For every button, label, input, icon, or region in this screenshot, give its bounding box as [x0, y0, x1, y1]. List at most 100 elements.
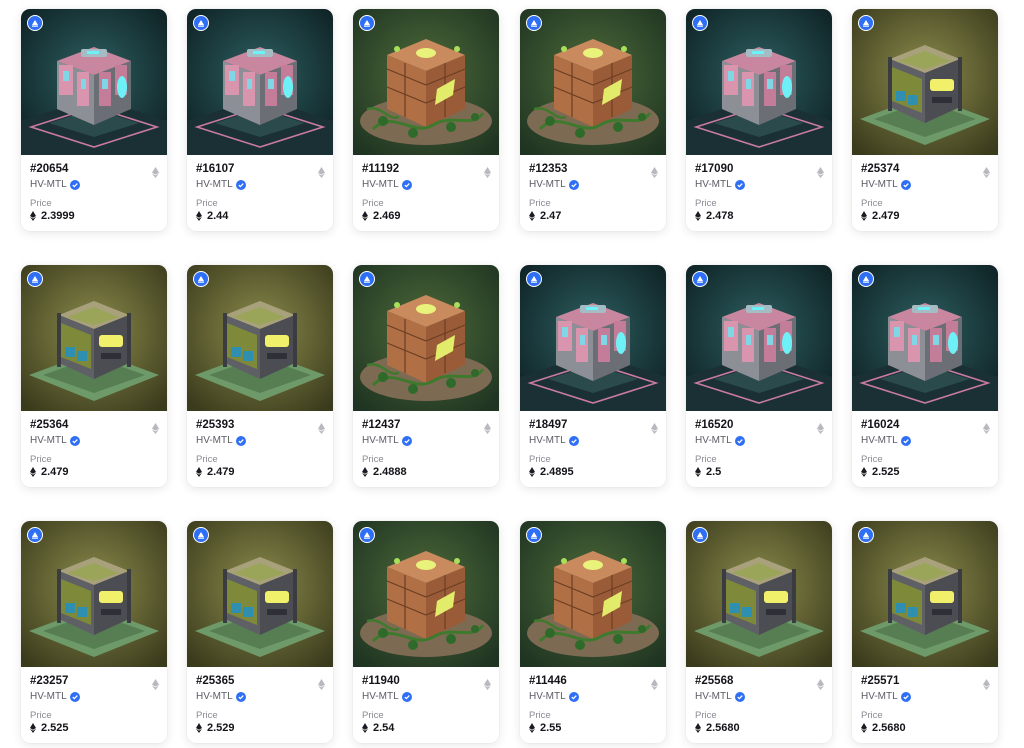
ethereum-chain-badge-icon: [858, 527, 874, 543]
collection-name[interactable]: HV-MTL: [695, 179, 745, 190]
token-id: #11446: [529, 675, 567, 687]
token-id: #18497: [529, 419, 568, 431]
nft-card[interactable]: #11446 HV-MTL Price 2.55: [520, 521, 666, 743]
collection-label: HV-MTL: [362, 691, 399, 702]
price-label: Price: [196, 198, 218, 209]
price-label: Price: [529, 198, 551, 209]
nft-thumbnail[interactable]: [520, 521, 666, 667]
vine-cube-icon: [520, 9, 666, 155]
nft-card[interactable]: #25364 HV-MTL Price 2.479: [21, 265, 167, 487]
price-row: 2.5680: [695, 722, 740, 734]
collection-name[interactable]: HV-MTL: [861, 691, 911, 702]
collection-label: HV-MTL: [695, 691, 732, 702]
collection-name[interactable]: HV-MTL: [695, 435, 745, 446]
collection-name[interactable]: HV-MTL: [529, 179, 579, 190]
nft-thumbnail[interactable]: [21, 521, 167, 667]
price-value: 2.5680: [872, 722, 906, 734]
nft-card[interactable]: #25571 HV-MTL Price 2.5680: [852, 521, 998, 743]
eth-icon: [695, 467, 701, 477]
nft-card[interactable]: #25568 HV-MTL Price 2.5680: [686, 521, 832, 743]
nft-card[interactable]: #16024 HV-MTL Price 2.525: [852, 265, 998, 487]
vine-cube-icon: [353, 521, 499, 667]
ethereum-chain-badge-icon: [692, 527, 708, 543]
pink-cube-icon: [187, 9, 333, 155]
collection-name[interactable]: HV-MTL: [695, 691, 745, 702]
eth-icon: [651, 421, 658, 434]
nft-card[interactable]: #20654 HV-MTL Price 2.3999: [21, 9, 167, 231]
token-id: #12353: [529, 163, 568, 175]
nft-thumbnail[interactable]: [21, 265, 167, 411]
eth-icon: [817, 165, 824, 178]
ethereum-chain-badge-icon: [359, 527, 375, 543]
price-value: 2.4888: [373, 466, 407, 478]
nft-thumbnail[interactable]: [852, 9, 998, 155]
collection-name[interactable]: HV-MTL: [529, 435, 579, 446]
price-value: 2.5: [706, 466, 722, 478]
nft-thumbnail[interactable]: [686, 265, 832, 411]
nft-thumbnail[interactable]: [21, 9, 167, 155]
collection-name[interactable]: HV-MTL: [30, 179, 80, 190]
verified-check-icon: [69, 179, 80, 190]
nft-card[interactable]: #23257 HV-MTL Price 2.525: [21, 521, 167, 743]
nft-thumbnail[interactable]: [852, 265, 998, 411]
price-row: 2.47: [529, 210, 561, 222]
nft-card[interactable]: #16107 HV-MTL Price 2.44: [187, 9, 333, 231]
nft-card[interactable]: #16520 HV-MTL Price 2.5: [686, 265, 832, 487]
token-id: #16520: [695, 419, 734, 431]
collection-name[interactable]: HV-MTL: [362, 435, 412, 446]
eth-icon: [30, 467, 36, 477]
price-value: 2.525: [872, 466, 900, 478]
nft-card[interactable]: #25393 HV-MTL Price 2.479: [187, 265, 333, 487]
verified-check-icon: [235, 179, 246, 190]
nft-thumbnail[interactable]: [686, 521, 832, 667]
price-value: 2.479: [207, 466, 235, 478]
nft-thumbnail[interactable]: [852, 521, 998, 667]
price-label: Price: [695, 454, 717, 465]
nft-thumbnail[interactable]: [353, 265, 499, 411]
verified-check-icon: [568, 435, 579, 446]
collection-label: HV-MTL: [30, 691, 67, 702]
nft-thumbnail[interactable]: [187, 9, 333, 155]
token-id: #20654: [30, 163, 69, 175]
price-value: 2.54: [373, 722, 395, 734]
nft-card[interactable]: #11192 HV-MTL Price 2.469: [353, 9, 499, 231]
nft-thumbnail[interactable]: [187, 265, 333, 411]
nft-card[interactable]: #11940 HV-MTL Price 2.54: [353, 521, 499, 743]
nft-card[interactable]: #18497 HV-MTL Price 2.4895: [520, 265, 666, 487]
verified-check-icon: [568, 179, 579, 190]
nft-card[interactable]: #12353 HV-MTL Price 2.47: [520, 9, 666, 231]
verified-check-icon: [401, 691, 412, 702]
verified-check-icon: [734, 179, 745, 190]
nft-card[interactable]: #12437 HV-MTL Price 2.4888: [353, 265, 499, 487]
nft-thumbnail[interactable]: [686, 9, 832, 155]
collection-name[interactable]: HV-MTL: [529, 691, 579, 702]
ethereum-chain-badge-icon: [692, 271, 708, 287]
nft-card[interactable]: #25365 HV-MTL Price 2.529: [187, 521, 333, 743]
collection-name[interactable]: HV-MTL: [362, 179, 412, 190]
verified-check-icon: [235, 435, 246, 446]
nft-thumbnail[interactable]: [520, 265, 666, 411]
price-value: 2.479: [41, 466, 69, 478]
collection-name[interactable]: HV-MTL: [196, 435, 246, 446]
nft-thumbnail[interactable]: [187, 521, 333, 667]
nft-thumbnail[interactable]: [353, 521, 499, 667]
collection-name[interactable]: HV-MTL: [30, 691, 80, 702]
collection-name[interactable]: HV-MTL: [362, 691, 412, 702]
nft-thumbnail[interactable]: [353, 9, 499, 155]
price-value: 2.525: [41, 722, 69, 734]
eth-icon: [651, 165, 658, 178]
nft-card[interactable]: #17090 HV-MTL Price 2.478: [686, 9, 832, 231]
collection-name[interactable]: HV-MTL: [861, 435, 911, 446]
price-value: 2.529: [207, 722, 235, 734]
price-value: 2.479: [872, 210, 900, 222]
collection-name[interactable]: HV-MTL: [30, 435, 80, 446]
nft-thumbnail[interactable]: [520, 9, 666, 155]
eth-icon: [861, 467, 867, 477]
nft-card[interactable]: #25374 HV-MTL Price 2.479: [852, 9, 998, 231]
price-label: Price: [529, 710, 551, 721]
collection-name[interactable]: HV-MTL: [196, 179, 246, 190]
collection-label: HV-MTL: [861, 691, 898, 702]
price-label: Price: [196, 454, 218, 465]
collection-name[interactable]: HV-MTL: [196, 691, 246, 702]
collection-name[interactable]: HV-MTL: [861, 179, 911, 190]
